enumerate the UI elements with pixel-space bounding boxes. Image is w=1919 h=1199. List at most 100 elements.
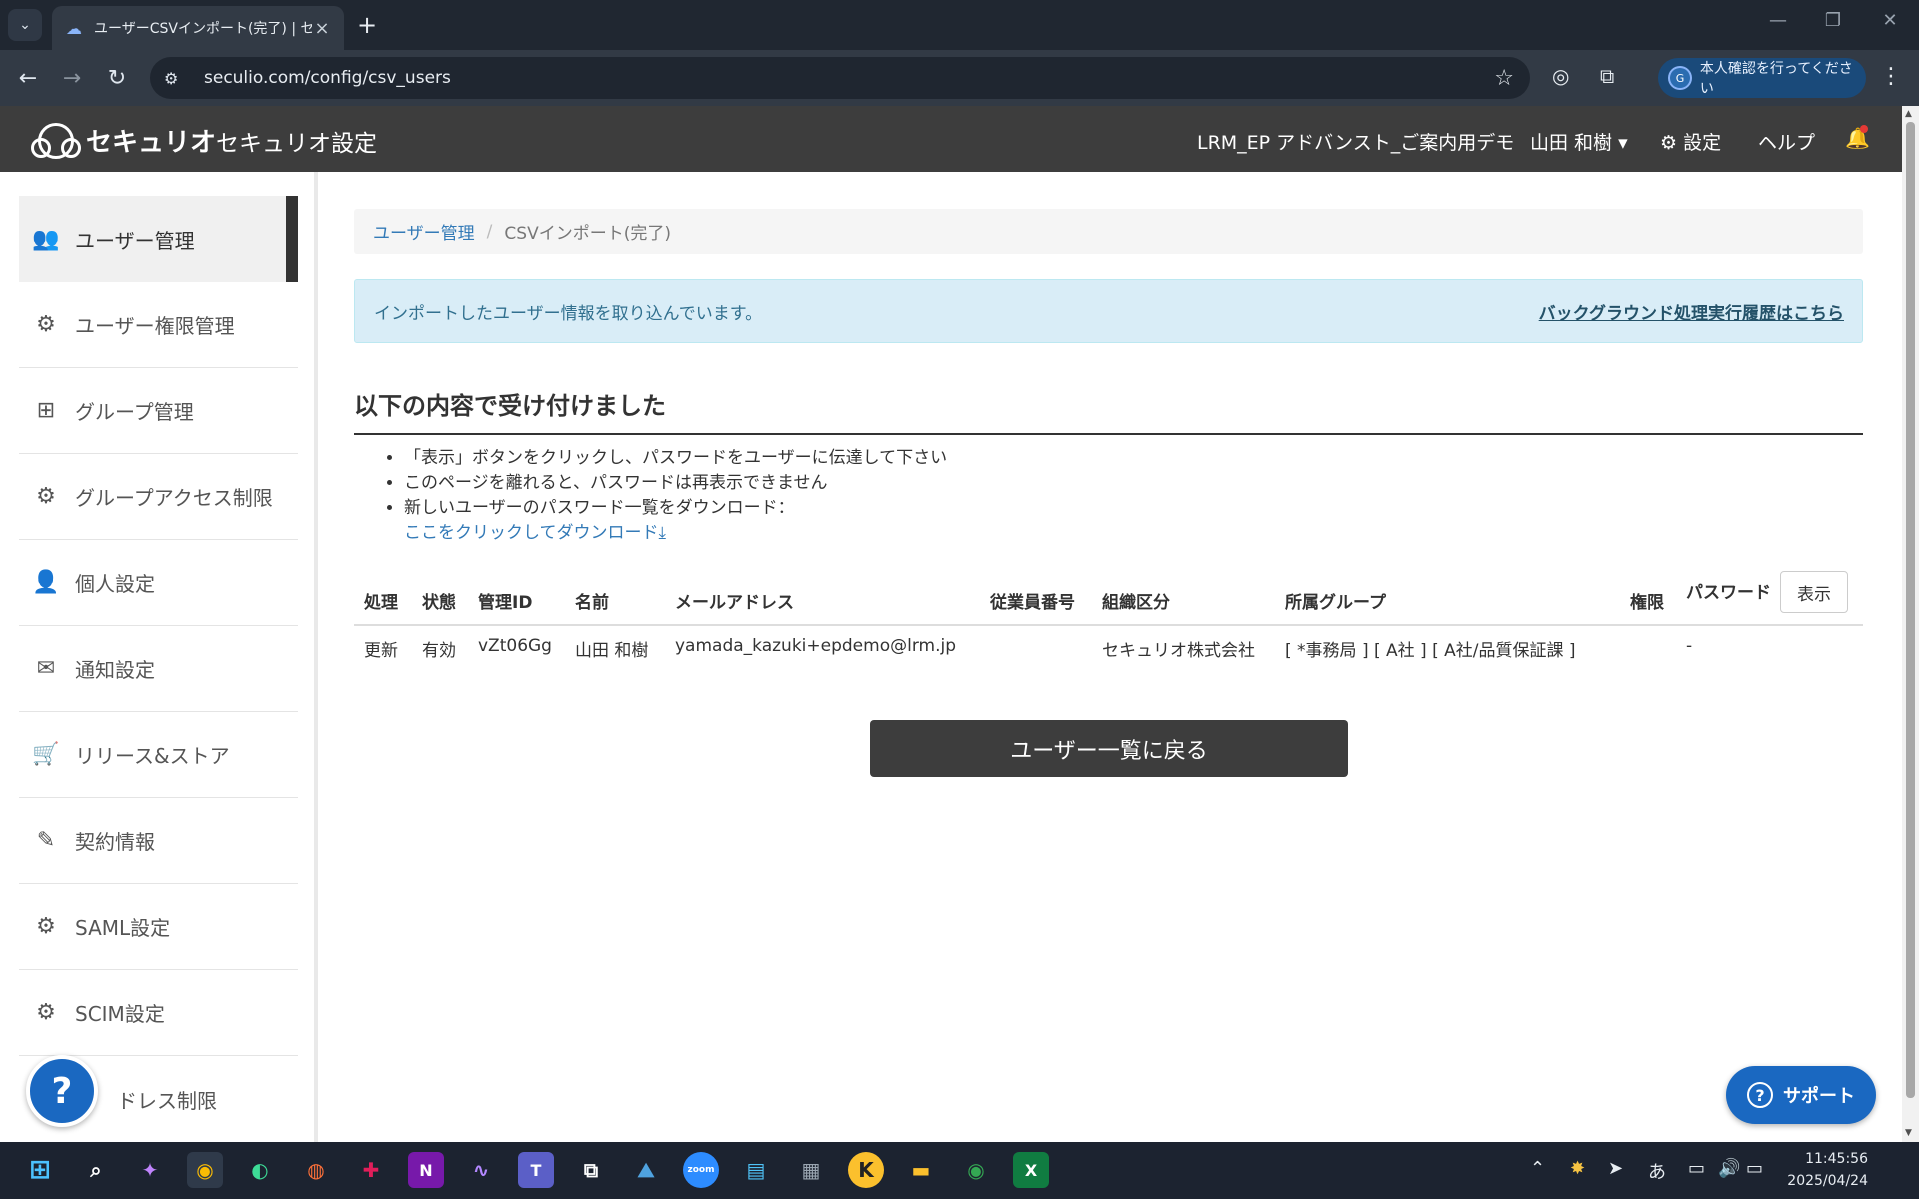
org-name[interactable]: LRM_EP アドバンスト_ご案内用デモ	[1197, 128, 1514, 155]
col-header-employee-no: 従業員番号	[990, 593, 1075, 613]
keeper-icon[interactable]: K	[848, 1152, 884, 1188]
col-header-email: メールアドレス	[675, 593, 794, 613]
browser-tab-active[interactable]: ☁ ユーザーCSVインポート(完了) | セキュ ×	[52, 6, 344, 50]
close-icon[interactable]: ×	[312, 18, 332, 39]
settings-link[interactable]: ⚙ 設定	[1660, 128, 1721, 155]
sidebar-item-notifications[interactable]: ✉ 通知設定	[19, 626, 298, 712]
back-to-user-list-button[interactable]: ユーザー一覧に戻る	[870, 720, 1348, 777]
windows-start-icon[interactable]: ⊞	[22, 1152, 58, 1188]
show-password-button[interactable]: 表示	[1780, 571, 1848, 613]
sidebar-item-user-permissions[interactable]: ⚙ ユーザー権限管理	[19, 282, 298, 368]
window-close-button[interactable]: ✕	[1870, 10, 1910, 31]
col-header-admin-id: 管理ID	[478, 593, 533, 613]
extension-color-icon[interactable]: ◎	[1552, 64, 1569, 88]
help-link[interactable]: ヘルプ	[1758, 128, 1815, 155]
zoom-icon[interactable]: zoom	[683, 1152, 719, 1188]
logo-text: セキュリオ	[86, 128, 217, 158]
ime-indicator[interactable]: あ	[1648, 1158, 1666, 1184]
excel-icon[interactable]: X	[1013, 1152, 1049, 1188]
page-title: 以下の内容で受け付けました	[354, 386, 1863, 435]
cell-name: 山田 和樹	[575, 641, 649, 661]
table-row: 更新 有効 vZt06Gg 山田 和樹 yamada_kazuki+epdemo…	[354, 626, 1863, 672]
browser-menu-icon[interactable]: ⋮	[1880, 64, 1902, 89]
sidebar-item-release-store[interactable]: 🛒 リリース&ストア	[19, 712, 298, 798]
cart-icon: 🛒	[32, 742, 60, 767]
scroll-down-icon[interactable]: ▼	[1905, 1128, 1912, 1138]
sidebar-item-group-access[interactable]: ⚙ グループアクセス制限	[19, 454, 298, 540]
notion-like-icon[interactable]: ∿	[463, 1152, 499, 1188]
site-settings-icon[interactable]: ⚙	[164, 69, 192, 88]
cell-org: セキュリオ株式会社	[1102, 641, 1255, 661]
sidebar-item-label: 個人設定	[75, 572, 155, 596]
download-link[interactable]: ここをクリックしてダウンロード⤓	[404, 523, 666, 543]
system-clock[interactable]: 11:45:56 2025/04/24	[1750, 1148, 1868, 1192]
contract-icon: ✎	[36, 828, 56, 853]
browser-toolbar: ← → ↻ ⚙ seculio.com/config/csv_users ☆ ◎…	[0, 50, 1919, 106]
address-bar[interactable]: ⚙ seculio.com/config/csv_users ☆	[150, 57, 1530, 99]
firefox-icon[interactable]: ◍	[298, 1152, 334, 1188]
gears-icon: ⚙	[36, 914, 56, 939]
clock-date: 2025/04/24	[1787, 1173, 1868, 1189]
sidebar-item-label: ドレス制限	[117, 1088, 217, 1113]
question-icon: ?	[1747, 1082, 1773, 1108]
breadcrumb-separator: /	[486, 221, 493, 242]
notepad-icon[interactable]: ▤	[738, 1152, 774, 1188]
sidebar-item-personal-settings[interactable]: 👤 個人設定	[19, 540, 298, 626]
onenote-icon[interactable]: N	[408, 1152, 444, 1188]
background-history-link[interactable]: バックグラウンド処理実行履歴はこちら	[1539, 299, 1844, 324]
download-link-text: ここをクリックしてダウンロード	[404, 523, 659, 543]
help-question-button[interactable]: ?	[26, 1055, 98, 1127]
minimize-button[interactable]: —	[1758, 10, 1798, 31]
chrome-profile-icon[interactable]: ◉	[958, 1152, 994, 1188]
cell-status: 有効	[422, 641, 456, 661]
browser-tab-bar: ⌄ ☁ ユーザーCSVインポート(完了) | セキュ × + — ❐ ✕	[0, 0, 1919, 50]
sidebar-item-saml[interactable]: ⚙ SAML設定	[19, 884, 298, 970]
restore-button[interactable]: ❐	[1813, 10, 1853, 31]
sitemap-icon: ⊞	[36, 398, 56, 423]
user-menu[interactable]: 山田 和樹 ▾	[1530, 128, 1628, 155]
copilot-icon[interactable]: ✦	[132, 1152, 168, 1188]
extensions-puzzle-icon[interactable]: ⧉	[1600, 64, 1614, 88]
slack-icon[interactable]: ✚	[353, 1152, 389, 1188]
bookmark-star-icon[interactable]: ☆	[1494, 66, 1514, 91]
photos-icon[interactable]: ⛰	[628, 1152, 664, 1188]
breadcrumb-user-management[interactable]: ユーザー管理	[373, 219, 475, 244]
search-icon[interactable]: ⌕	[78, 1152, 114, 1188]
list-item: このページを離れると、パスワードは再表示できません	[404, 471, 947, 496]
cell-email: yamada_kazuki+epdemo@lrm.jp	[675, 636, 956, 656]
teams-icon[interactable]: T	[518, 1152, 554, 1188]
calculator-icon[interactable]: ▦	[793, 1152, 829, 1188]
page-scrollbar[interactable]: ▲ ▼	[1902, 106, 1919, 1142]
sidebar-item-label: ユーザー権限管理	[75, 314, 235, 338]
chrome-icon[interactable]: ◉	[187, 1152, 223, 1188]
sidebar-item-contract[interactable]: ✎ 契約情報	[19, 798, 298, 884]
volume-icon[interactable]: 🔊	[1718, 1158, 1740, 1179]
reload-icon[interactable]: ↻	[101, 62, 133, 94]
chevron-down-icon: ⌄	[19, 17, 31, 33]
profile-button[interactable]: G 本人確認を行ってください	[1658, 58, 1866, 98]
sidebar-item-group-management[interactable]: ⊞ グループ管理	[19, 368, 298, 454]
seculio-logo[interactable]: セキュリオ	[31, 122, 217, 159]
sidebar-item-scim[interactable]: ⚙ SCIM設定	[19, 970, 298, 1056]
gear-icon: ⚙	[36, 312, 56, 337]
tray-app-icon[interactable]: ✸	[1570, 1158, 1585, 1179]
sidebar-item-user-management[interactable]: 👥 ユーザー管理	[19, 196, 298, 282]
send-icon[interactable]: ➤	[1608, 1158, 1623, 1179]
new-tab-button[interactable]: +	[352, 10, 382, 40]
snipping-icon[interactable]: ⧉	[573, 1152, 609, 1188]
network-icon[interactable]: ▭	[1688, 1158, 1705, 1179]
instruction-list: 「表示」ボタンをクリックし、パスワードをユーザーに伝達して下さい このページを離…	[404, 446, 947, 546]
scroll-up-icon[interactable]: ▲	[1905, 109, 1912, 119]
scroll-thumb[interactable]	[1906, 122, 1915, 1098]
cell-admin-id: vZt06Gg	[478, 636, 552, 656]
chevron-up-icon[interactable]: ⌃	[1530, 1158, 1545, 1179]
file-explorer-icon[interactable]: ▬	[903, 1152, 939, 1188]
support-button[interactable]: ? サポート	[1726, 1066, 1876, 1124]
import-result-table: 処理 状態 管理ID 名前 メールアドレス 従業員番号 組織区分 所属グループ …	[354, 570, 1863, 672]
edge-icon[interactable]: ◐	[242, 1152, 278, 1188]
settings-label: 設定	[1683, 132, 1722, 154]
forward-arrow-icon[interactable]: →	[56, 62, 88, 94]
back-arrow-icon[interactable]: ←	[12, 62, 44, 94]
tab-search-button[interactable]: ⌄	[8, 9, 42, 41]
cell-groups: [ *事務局 ] [ A社 ] [ A社/品質保証課 ]	[1285, 641, 1576, 661]
